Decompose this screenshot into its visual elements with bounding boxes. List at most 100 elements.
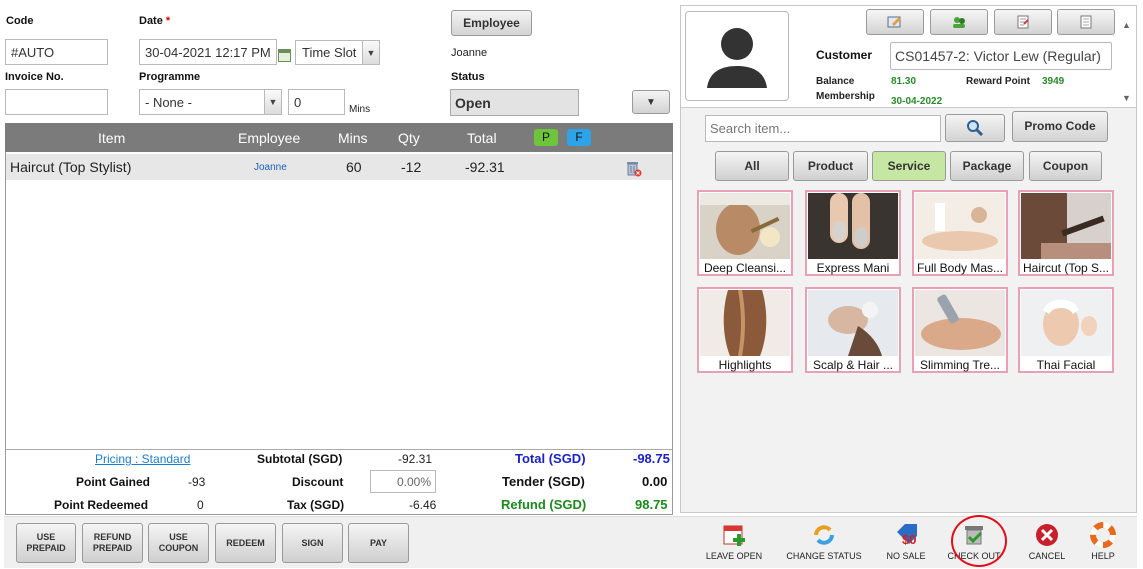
category-all[interactable]: All [715,151,789,181]
search-button[interactable] [945,114,1005,142]
customer-field[interactable]: CS01457-2: Victor Lew (Regular) [890,42,1112,70]
total-value: -98.75 [633,451,670,466]
balance-label: Balance [816,76,855,87]
cancel-label: CANCEL [1028,551,1066,561]
code-field[interactable]: #AUTO [5,39,108,65]
slimming-treatment-image [915,290,1005,356]
edit-customer-icon[interactable] [866,9,924,35]
customer-notes-icon[interactable] [994,9,1052,35]
product-tile[interactable]: Thai Facial [1018,287,1114,373]
date-value: 30-04-2021 12:17 PM [145,44,271,60]
discount-field[interactable]: 0.00% [370,470,436,493]
timeslot-value: Time Slot [302,45,357,60]
employee-button[interactable]: Employee [451,10,532,36]
search-input[interactable] [705,115,941,142]
chevron-down-icon: ▼ [362,41,379,64]
membership-value: 30-04-2022 [891,96,943,107]
tax-label: Tax (SGD) [287,498,345,512]
refund-label: Refund (SGD) [501,497,587,512]
status-field[interactable]: Open [450,89,579,116]
col-qty: Qty [398,130,420,146]
search-input-field[interactable] [706,116,940,141]
highlight-circle [951,515,1007,567]
programme-label: Programme [139,71,201,83]
timeslot-select[interactable]: Time Slot ▼ [295,40,380,65]
customer-label: Customer [816,48,873,62]
product-tile[interactable]: Slimming Tre... [912,287,1008,373]
sign-button[interactable]: SIGN [282,523,343,563]
full-body-massage-image [915,193,1005,259]
avatar[interactable] [685,11,789,101]
pricing-link[interactable]: Pricing : Standard [95,452,190,466]
col-employee: Employee [238,130,301,146]
table-row[interactable]: Haircut (Top Stylist) Joanne 60 -12 -92.… [6,154,672,180]
programme-select[interactable]: - None - ▼ [139,89,282,115]
row-item: Haircut (Top Stylist) [10,159,132,175]
col-total: Total [467,130,497,146]
tile-label: Express Mani [816,261,890,275]
product-tile[interactable]: Scalp & Hair ... [805,287,901,373]
refund-prepaid-button[interactable]: REFUND PREPAID [82,523,143,563]
no-sale-button[interactable]: $0 NO SALE [882,522,930,566]
grid-header: Item Employee Mins Qty Total P F [5,123,673,152]
programme-value: - None - [145,94,192,110]
tile-label: Scalp & Hair ... [812,358,894,372]
subtotal-value: -92.31 [398,452,433,466]
product-tile[interactable]: Highlights [697,287,793,373]
scalp-hair-image [808,290,898,356]
change-status-button[interactable]: CHANGE STATUS [784,522,864,566]
redeem-button[interactable]: REDEEM [215,523,276,563]
invoice-field[interactable] [5,89,108,115]
calendar-add-icon [721,522,747,548]
required-marker: * [165,15,171,27]
tender-value: 0.00 [642,474,668,489]
category-coupon[interactable]: Coupon [1029,151,1102,181]
customer-group-icon[interactable] [930,9,988,35]
close-icon [1034,522,1060,548]
promo-code-button[interactable]: Promo Code [1012,111,1108,142]
category-product[interactable]: Product [793,151,868,181]
point-gained-label: Point Gained [76,475,151,489]
subtotal-label: Subtotal (SGD) [257,452,343,466]
status-dropdown-button[interactable]: ▼ [632,90,670,114]
date-field[interactable]: 30-04-2021 12:17 PM [139,39,277,65]
use-coupon-button[interactable]: USE COUPON [148,523,209,563]
deep-cleansing-image [700,193,790,259]
category-package[interactable]: Package [950,151,1024,181]
highlights-image [700,290,790,356]
product-tile[interactable]: Haircut (Top S... [1018,190,1114,276]
col-item: Item [98,130,126,146]
tender-label: Tender (SGD) [502,474,585,489]
haircut-image [1021,193,1111,259]
summary-divider [6,449,672,450]
status-label: Status [451,71,485,83]
scroll-up-icon[interactable]: ▲ [1122,20,1131,30]
membership-label: Membership [816,91,875,102]
row-employee-link[interactable]: Joanne [254,162,287,173]
category-service[interactable]: Service [872,151,946,181]
help-button[interactable]: HELP [1083,522,1123,566]
product-tile[interactable]: Express Mani [805,190,901,276]
row-mins: 60 [346,159,362,175]
customer-history-icon[interactable] [1057,9,1115,35]
thai-facial-image [1021,290,1111,356]
p-badge[interactable]: P [534,129,558,146]
total-label: Total (SGD) [515,451,586,466]
express-mani-image [808,193,898,259]
chevron-down-icon: ▼ [264,90,281,114]
f-badge[interactable]: F [567,129,591,146]
mins-field[interactable]: 0 [288,89,345,115]
trash-delete-icon[interactable] [625,159,642,177]
leave-open-button[interactable]: LEAVE OPEN [702,522,766,566]
product-tile[interactable]: Full Body Mas... [912,190,1008,276]
invoice-label: Invoice No. [5,71,64,83]
change-status-label: CHANGE STATUS [786,551,862,561]
tax-value: -6.46 [409,498,437,512]
pay-button[interactable]: PAY [348,523,409,563]
cancel-button[interactable]: CANCEL [1024,522,1070,566]
help-label: HELP [1091,551,1115,561]
calendar-icon[interactable] [278,49,291,62]
product-tile[interactable]: Deep Cleansi... [697,190,793,276]
scroll-down-icon[interactable]: ▼ [1122,93,1131,103]
use-prepaid-button[interactable]: USE PREPAID [16,523,76,563]
